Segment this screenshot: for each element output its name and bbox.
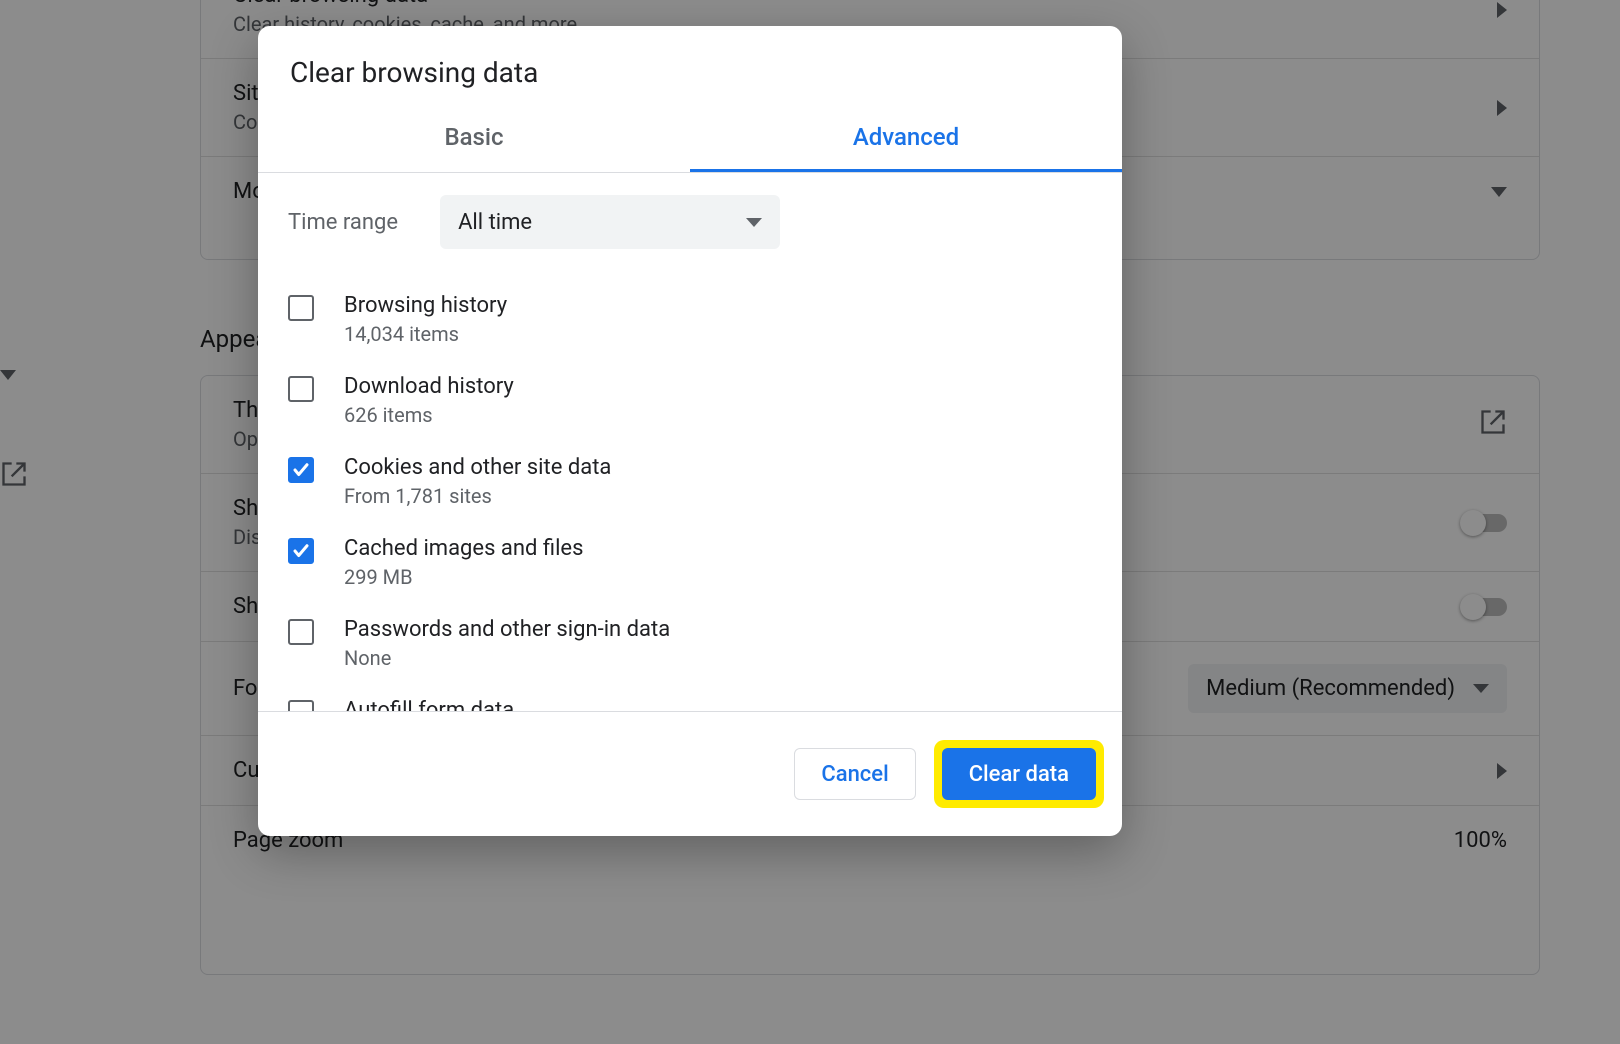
data-type-list: Browsing history 14,034 items Download h… xyxy=(286,279,1094,711)
item-subtitle: 299 MB xyxy=(344,565,583,589)
checkbox-download-history[interactable] xyxy=(288,376,314,402)
item-subtitle: 626 items xyxy=(344,403,514,427)
list-item: Browsing history 14,034 items xyxy=(286,279,1094,360)
item-title: Download history xyxy=(344,374,514,399)
list-item: Autofill form data xyxy=(286,684,1094,711)
caret-down-icon xyxy=(746,218,762,227)
list-item: Cached images and files 299 MB xyxy=(286,522,1094,603)
checkbox-autofill[interactable] xyxy=(288,700,314,711)
time-range-label: Time range xyxy=(288,210,398,235)
dialog-tabs: Basic Advanced xyxy=(258,107,1122,173)
item-title: Cookies and other site data xyxy=(344,455,611,480)
checkbox-browsing-history[interactable] xyxy=(288,295,314,321)
list-item: Passwords and other sign-in data None xyxy=(286,603,1094,684)
tab-advanced[interactable]: Advanced xyxy=(690,107,1122,172)
tab-basic[interactable]: Basic xyxy=(258,107,690,172)
item-title: Browsing history xyxy=(344,293,507,318)
clear-browsing-data-dialog: Clear browsing data Basic Advanced Time … xyxy=(258,26,1122,836)
time-range-value: All time xyxy=(458,210,532,235)
clear-data-button[interactable]: Clear data xyxy=(942,748,1096,800)
checkbox-cookies[interactable] xyxy=(288,457,314,483)
item-subtitle: None xyxy=(344,646,670,670)
list-item: Cookies and other site data From 1,781 s… xyxy=(286,441,1094,522)
checkbox-passwords[interactable] xyxy=(288,619,314,645)
dialog-footer: Cancel Clear data xyxy=(258,711,1122,836)
item-subtitle: From 1,781 sites xyxy=(344,484,611,508)
list-item: Download history 626 items xyxy=(286,360,1094,441)
dialog-title: Clear browsing data xyxy=(258,26,1122,107)
item-subtitle: 14,034 items xyxy=(344,322,507,346)
item-title: Passwords and other sign-in data xyxy=(344,617,670,642)
item-title: Cached images and files xyxy=(344,536,583,561)
highlight-ring: Clear data xyxy=(934,740,1104,808)
time-range-select[interactable]: All time xyxy=(440,195,780,249)
cancel-button[interactable]: Cancel xyxy=(794,748,915,800)
checkbox-cached-images[interactable] xyxy=(288,538,314,564)
dialog-body: Time range All time Browsing history 14,… xyxy=(258,173,1122,711)
item-title: Autofill form data xyxy=(344,698,514,711)
